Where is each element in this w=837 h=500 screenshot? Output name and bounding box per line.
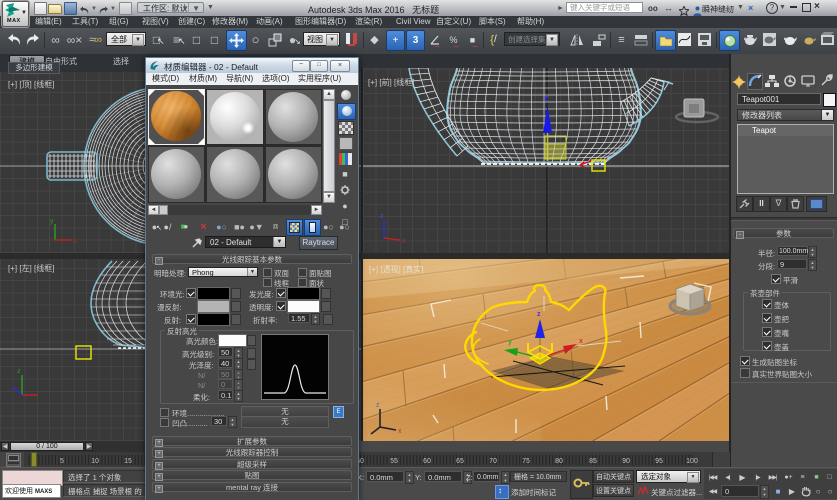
svg-text:75: 75 xyxy=(522,458,530,465)
svg-text:y: y xyxy=(508,339,512,346)
svg-text:65: 65 xyxy=(456,458,464,465)
svg-text:x: x xyxy=(402,238,406,245)
svg-text:60: 60 xyxy=(423,458,431,465)
svg-text:x: x xyxy=(579,338,583,345)
svg-text:10: 10 xyxy=(91,458,99,465)
svg-text:90: 90 xyxy=(622,458,630,465)
svg-text:z: z xyxy=(376,402,380,409)
svg-text:100: 100 xyxy=(686,458,698,465)
svg-text:z: z xyxy=(380,213,384,220)
svg-text:x: x xyxy=(73,238,77,245)
svg-text:5: 5 xyxy=(60,458,64,465)
svg-text:Z: Z xyxy=(544,96,549,103)
svg-text:85: 85 xyxy=(589,458,597,465)
svg-text:z: z xyxy=(17,368,21,375)
svg-text:95: 95 xyxy=(655,458,663,465)
svg-text:70: 70 xyxy=(489,458,497,465)
svg-text:y: y xyxy=(50,218,54,225)
svg-text:z: z xyxy=(537,311,541,318)
svg-text:x: x xyxy=(398,428,402,435)
svg-text:55: 55 xyxy=(390,458,398,465)
svg-text:15: 15 xyxy=(124,458,132,465)
svg-text:80: 80 xyxy=(555,458,563,465)
